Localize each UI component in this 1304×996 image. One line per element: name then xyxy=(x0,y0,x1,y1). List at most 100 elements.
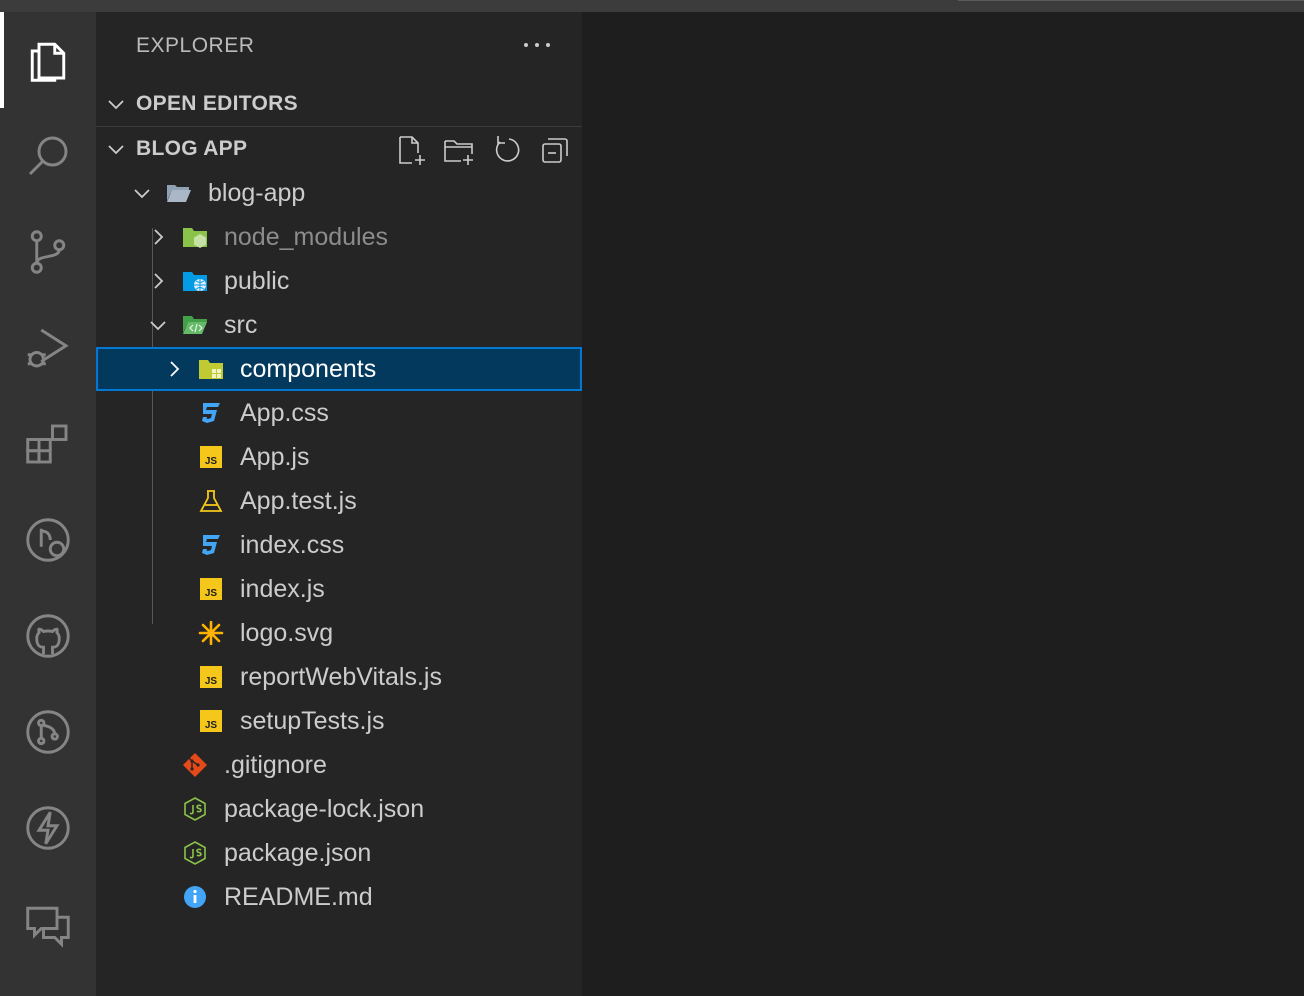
tree-file-readme[interactable]: README.md xyxy=(96,875,582,919)
css-file-icon xyxy=(202,403,220,423)
tree-folder-public[interactable]: public xyxy=(96,259,582,303)
tree-file-app-test-js[interactable]: App.test.js xyxy=(96,479,582,523)
activity-explorer[interactable] xyxy=(0,12,96,108)
chevron-down-icon xyxy=(108,145,124,155)
chevron-right-icon xyxy=(170,361,180,377)
tree-file-index-css[interactable]: index.css xyxy=(96,523,582,567)
title-bar xyxy=(0,0,1304,12)
activity-bar xyxy=(0,12,96,996)
svg-text:JS: JS xyxy=(205,676,218,687)
folder-open-icon xyxy=(167,185,191,202)
activity-github[interactable] xyxy=(0,588,96,684)
refresh-icon xyxy=(495,136,520,162)
tree-file-gitignore[interactable]: .gitignore xyxy=(96,743,582,787)
nodejs-file-icon xyxy=(184,797,206,821)
new-file-icon xyxy=(399,136,425,165)
svg-text:JS: JS xyxy=(205,588,218,599)
chevron-right-icon xyxy=(154,273,164,289)
git-file-icon xyxy=(183,753,207,777)
lightning-icon xyxy=(26,806,70,850)
tree-folder-node-modules[interactable]: node_modules xyxy=(96,215,582,259)
chevron-down-icon xyxy=(150,321,166,331)
tree-item-label: setupTests.js xyxy=(240,707,385,735)
collapse-all-button[interactable] xyxy=(538,133,572,167)
source-control-icon xyxy=(30,230,66,274)
css-file-icon xyxy=(202,535,220,555)
tree-item-label: components xyxy=(240,355,377,383)
tree-item-label: reportWebVitals.js xyxy=(240,663,442,691)
tree-item-label: index.css xyxy=(240,531,345,559)
search-icon xyxy=(28,136,68,176)
active-indicator xyxy=(0,12,4,108)
tree-item-label: index.js xyxy=(240,575,325,603)
tree-item-label: .gitignore xyxy=(224,751,327,779)
activity-extensions[interactable] xyxy=(0,396,96,492)
activity-remote-explorer[interactable] xyxy=(0,492,96,588)
new-file-button[interactable] xyxy=(394,133,428,167)
tree-item-label: package.json xyxy=(224,839,372,867)
svg-text:JS: JS xyxy=(205,456,218,467)
activity-source-control[interactable] xyxy=(0,204,96,300)
tree-item-label: App.test.js xyxy=(240,487,357,515)
js-file-icon: JS xyxy=(200,710,222,732)
explorer-icon xyxy=(30,42,66,82)
run-debug-icon xyxy=(27,328,69,368)
tree-item-label: package-lock.json xyxy=(224,795,425,823)
js-file-icon: JS xyxy=(200,666,222,688)
refresh-button[interactable] xyxy=(490,133,524,167)
collapse-all-icon xyxy=(542,138,568,163)
tree-item-label: public xyxy=(224,267,290,295)
tree-item-label: node_modules xyxy=(224,223,389,251)
chevron-down-icon xyxy=(108,100,124,110)
tree-file-app-js[interactable]: JS App.js xyxy=(96,435,582,479)
tree-item-label: src xyxy=(224,311,258,339)
tree-item-label: blog-app xyxy=(208,179,306,207)
tree-file-package-lock[interactable]: package-lock.json xyxy=(96,787,582,831)
js-file-icon: JS xyxy=(200,446,222,468)
explorer-sidebar: EXPLORER OPEN EDITORS BLOG APP blog-app … xyxy=(96,12,582,996)
tree-item-label: App.css xyxy=(240,399,329,427)
section-open-editors[interactable]: OPEN EDITORS xyxy=(96,82,582,126)
activity-run-debug[interactable] xyxy=(0,300,96,396)
activity-live-share-chat[interactable] xyxy=(0,876,96,972)
svg-text:JS: JS xyxy=(205,720,218,731)
tree-folder-blog-app[interactable]: blog-app xyxy=(96,171,582,215)
tree-item-label: App.js xyxy=(240,443,310,471)
remote-explorer-icon xyxy=(26,518,70,562)
more-actions-icon[interactable] xyxy=(520,30,554,60)
tree-file-package-json[interactable]: package.json xyxy=(96,831,582,875)
tree-item-label: logo.svg xyxy=(240,619,334,647)
new-folder-icon xyxy=(444,140,473,165)
chevron-down-icon xyxy=(134,189,150,199)
live-share-chat-icon xyxy=(26,906,70,948)
editor-area[interactable] xyxy=(582,12,1304,996)
new-folder-button[interactable] xyxy=(442,133,476,167)
components-folder-icon xyxy=(199,360,223,379)
activity-search[interactable] xyxy=(0,108,96,204)
tree-file-report-web-vitals[interactable]: JS reportWebVitals.js xyxy=(96,655,582,699)
test-flask-icon xyxy=(199,490,223,512)
src-folder-icon xyxy=(183,316,207,334)
activity-pull-requests[interactable] xyxy=(0,684,96,780)
section-project[interactable]: BLOG APP xyxy=(96,127,582,171)
info-icon xyxy=(184,886,206,908)
js-file-icon: JS xyxy=(200,578,222,600)
svg-file-icon xyxy=(198,621,224,645)
tree-file-index-js[interactable]: JS index.js xyxy=(96,567,582,611)
github-icon xyxy=(26,614,70,658)
activity-lightning[interactable] xyxy=(0,780,96,876)
tree-file-setup-tests[interactable]: JS setupTests.js xyxy=(96,699,582,743)
tree-file-app-css[interactable]: App.css xyxy=(96,391,582,435)
nodejs-file-icon xyxy=(184,841,206,865)
tree-folder-src[interactable]: src xyxy=(96,303,582,347)
extensions-icon xyxy=(26,424,68,464)
section-actions xyxy=(394,133,572,167)
section-label: BLOG APP xyxy=(136,137,248,160)
tree-file-logo-svg[interactable]: logo.svg xyxy=(96,611,582,655)
tree-folder-components[interactable]: components xyxy=(96,347,582,391)
node-folder-icon xyxy=(183,228,207,248)
section-label: OPEN EDITORS xyxy=(136,92,298,115)
sidebar-title: EXPLORER xyxy=(136,34,255,57)
chevron-right-icon xyxy=(154,229,164,245)
public-folder-icon xyxy=(183,272,207,291)
